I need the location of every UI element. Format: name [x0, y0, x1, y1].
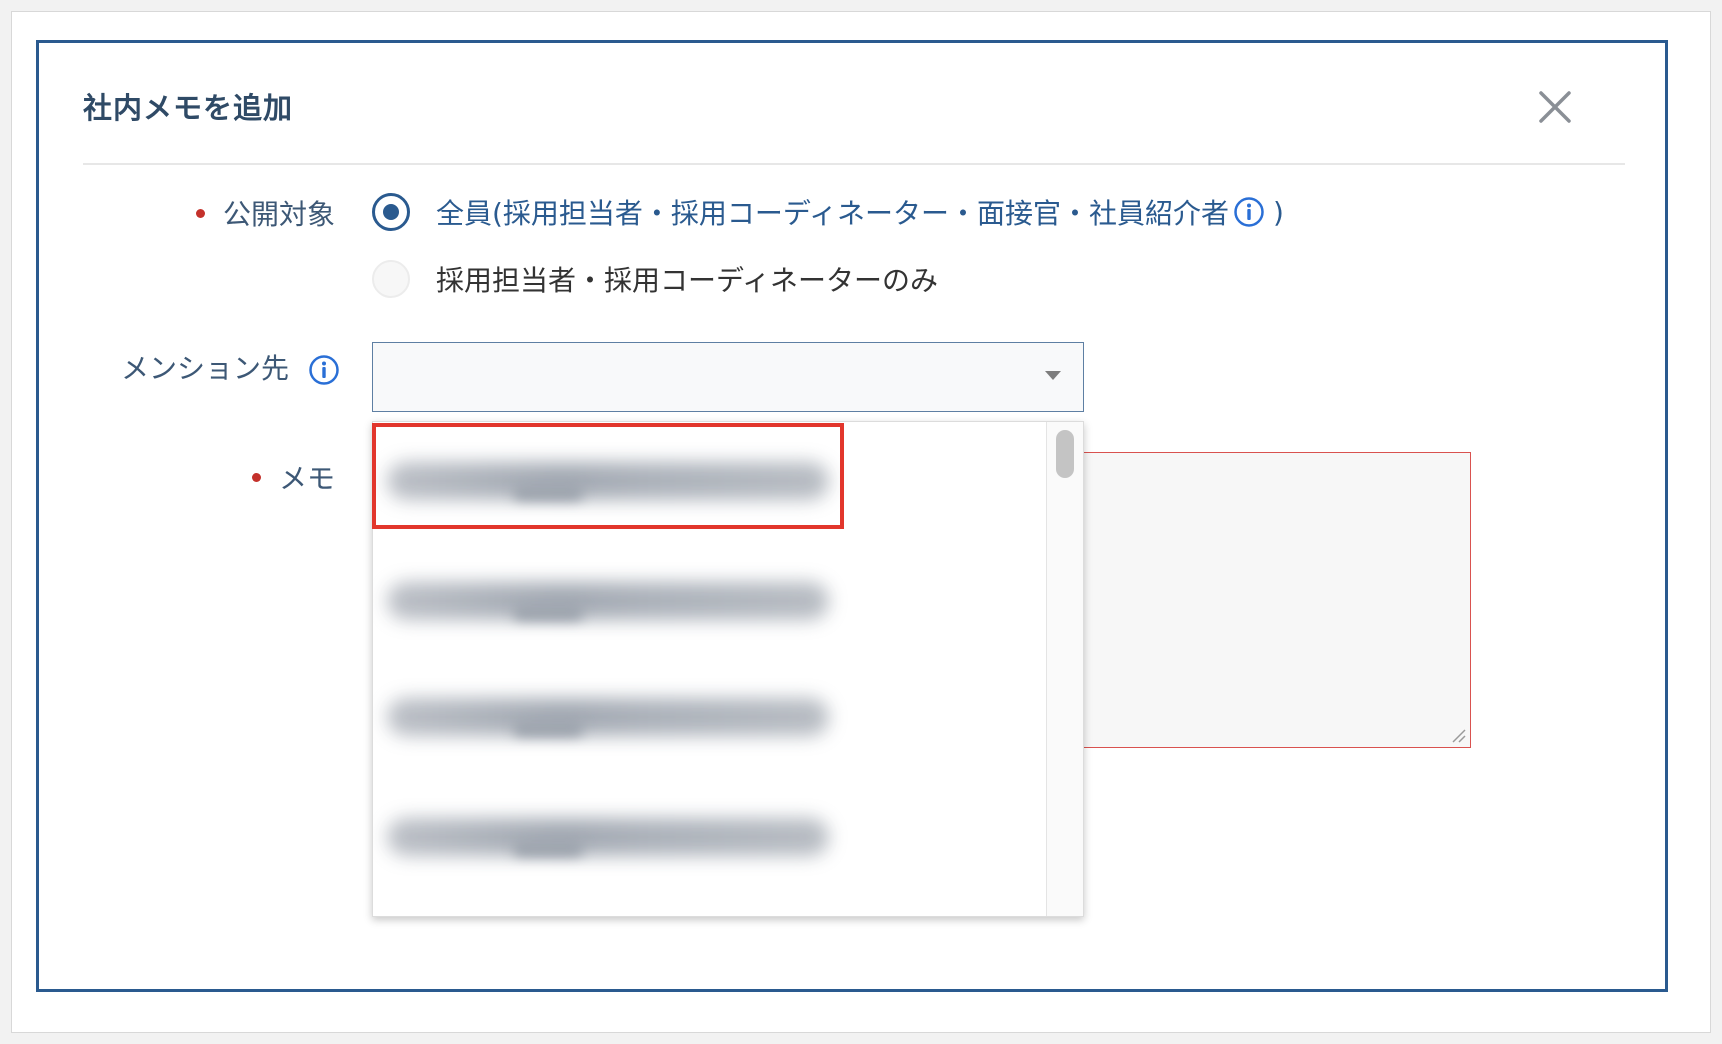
- visibility-label-row: 公開対象: [196, 193, 335, 233]
- visibility-option-recruiters-only[interactable]: 採用担当者・採用コーディネーターのみ: [372, 259, 938, 299]
- dropdown-option[interactable]: [373, 426, 1045, 526]
- dropdown-option[interactable]: [373, 786, 1045, 886]
- blurred-option-text: [513, 842, 583, 856]
- info-icon[interactable]: [1233, 196, 1265, 228]
- blurred-option-text: [513, 722, 583, 736]
- visibility-option-everyone-label: 全員(採用担当者・採用コーディネーター・面接官・社員紹介者: [436, 197, 1229, 230]
- visibility-option-recruiters-only-label: 採用担当者・採用コーディネーターのみ: [436, 264, 939, 297]
- dropdown-option[interactable]: [373, 666, 1045, 766]
- memo-textarea[interactable]: [1040, 452, 1471, 748]
- blurred-option-text: [387, 582, 829, 620]
- mention-dropdown-list: [372, 421, 1084, 917]
- dropdown-option[interactable]: [373, 546, 1045, 646]
- memo-label-row: メモ: [252, 457, 335, 497]
- required-indicator: [196, 208, 205, 218]
- mention-select[interactable]: [372, 342, 1084, 412]
- header-divider: [83, 163, 1625, 165]
- visibility-option-everyone[interactable]: 全員(採用担当者・採用コーディネーター・面接官・社員紹介者 ): [372, 192, 1284, 232]
- blurred-option-text: [387, 462, 829, 500]
- dropdown-scrollbar[interactable]: [1046, 422, 1083, 916]
- scrollbar-thumb[interactable]: [1056, 430, 1074, 478]
- visibility-option-everyone-suffix: ): [1272, 195, 1284, 229]
- info-icon[interactable]: [308, 354, 340, 386]
- dialog-title: 社内メモを追加: [83, 91, 294, 125]
- chevron-down-icon: [1045, 371, 1061, 380]
- close-icon[interactable]: [1535, 87, 1575, 127]
- blurred-option-text: [387, 818, 829, 856]
- mention-label-row: メンション先: [121, 347, 340, 387]
- radio-unselected[interactable]: [372, 260, 410, 298]
- resize-grip-icon[interactable]: [1450, 727, 1466, 743]
- blurred-option-text: [513, 606, 583, 620]
- blurred-option-text: [513, 486, 583, 500]
- visibility-label: 公開対象: [223, 198, 336, 231]
- required-indicator: [252, 472, 261, 482]
- blurred-option-text: [387, 698, 829, 736]
- mention-label: メンション先: [121, 352, 290, 385]
- radio-selected[interactable]: [372, 193, 410, 231]
- memo-label: メモ: [279, 462, 336, 495]
